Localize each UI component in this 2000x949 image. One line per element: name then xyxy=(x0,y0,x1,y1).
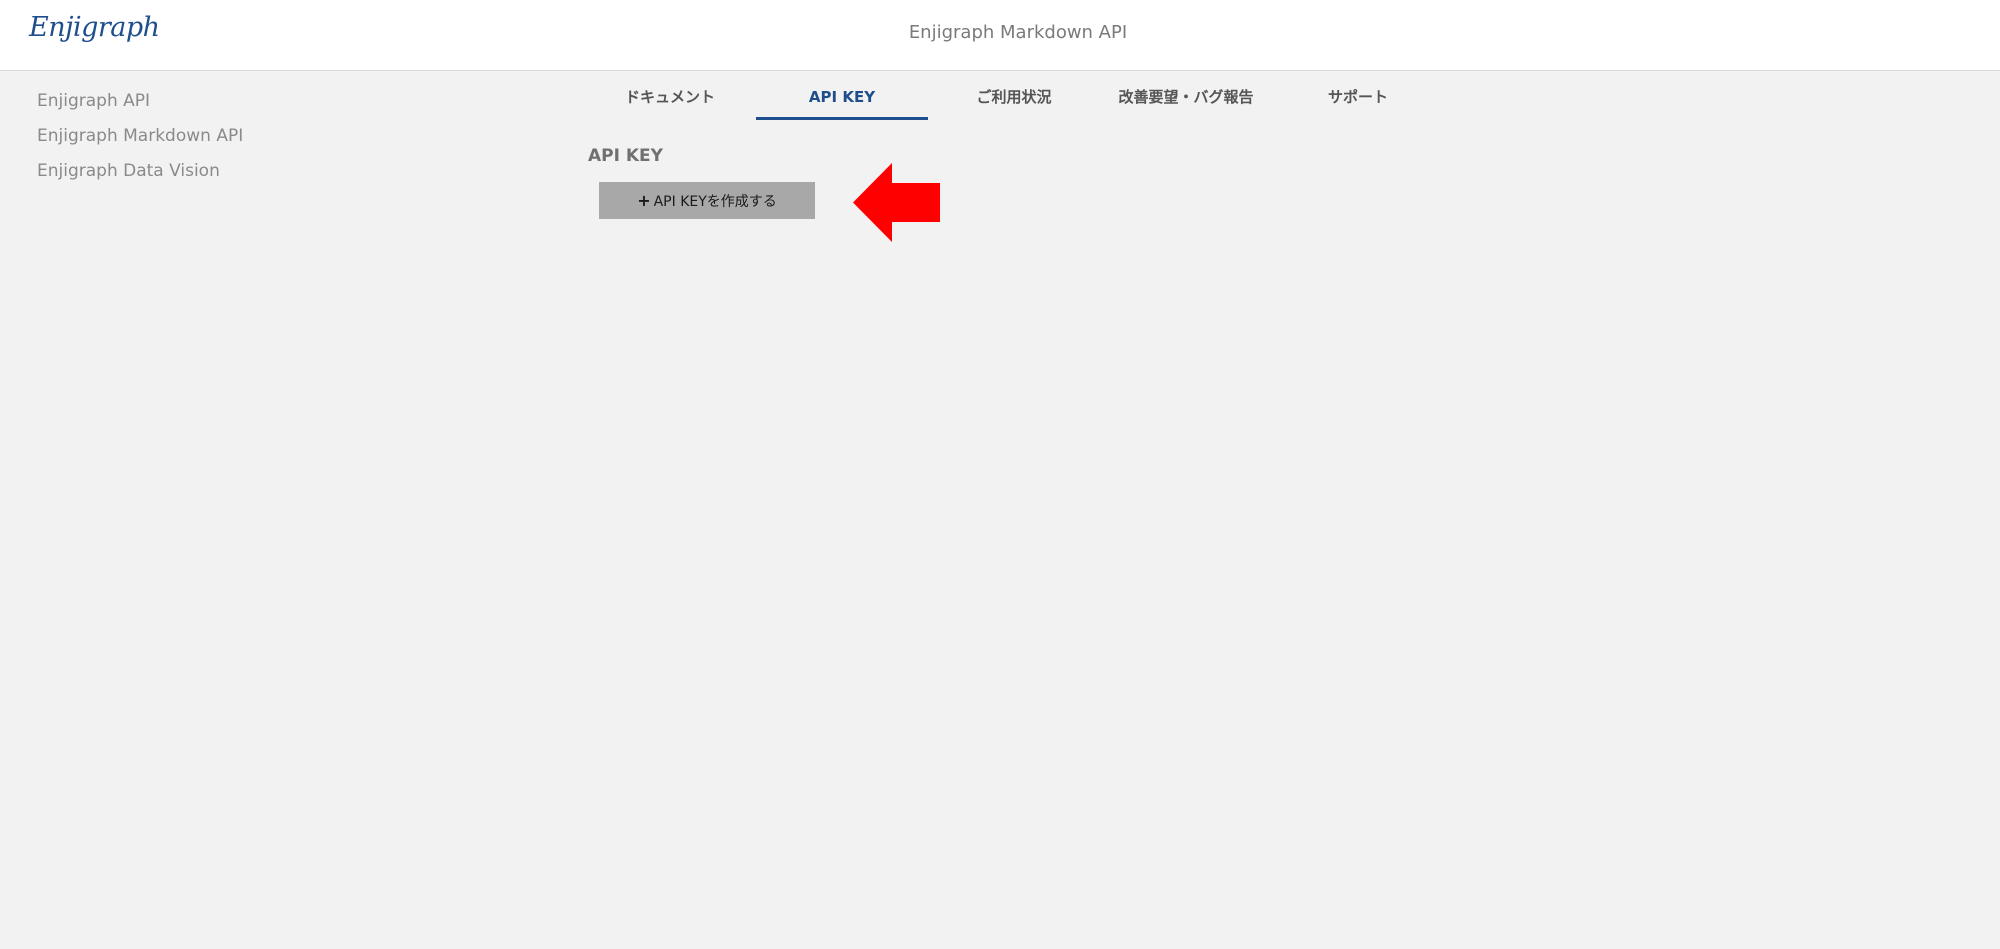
tab-feedback[interactable]: 改善要望・バグ報告 xyxy=(1100,80,1272,120)
sidebar-item-enjigraph-markdown-api[interactable]: Enjigraph Markdown API xyxy=(37,123,243,158)
page-title: Enjigraph Markdown API xyxy=(908,22,1128,43)
section-title: API KEY xyxy=(588,146,663,166)
tab-usage[interactable]: ご利用状況 xyxy=(928,80,1100,120)
sidebar-item-enjigraph-api[interactable]: Enjigraph API xyxy=(37,88,243,123)
tab-api-key[interactable]: API KEY xyxy=(756,80,928,120)
tab-bar: ドキュメント API KEY ご利用状況 改善要望・バグ報告 サポート xyxy=(584,80,1444,120)
tab-documents[interactable]: ドキュメント xyxy=(584,80,756,120)
create-api-key-label: API KEYを作成する xyxy=(653,193,777,210)
sidebar-item-enjigraph-data-vision[interactable]: Enjigraph Data Vision xyxy=(37,158,243,193)
plus-icon: + xyxy=(637,191,651,210)
top-header: Enjigraph Enjigraph Markdown API xyxy=(0,0,2000,71)
create-api-key-button[interactable]: + API KEYを作成する xyxy=(599,182,815,219)
arrow-shape xyxy=(853,163,940,242)
left-arrow-icon xyxy=(853,163,940,242)
sidebar: Enjigraph API Enjigraph Markdown API Enj… xyxy=(37,88,243,193)
tab-support[interactable]: サポート xyxy=(1272,80,1444,120)
